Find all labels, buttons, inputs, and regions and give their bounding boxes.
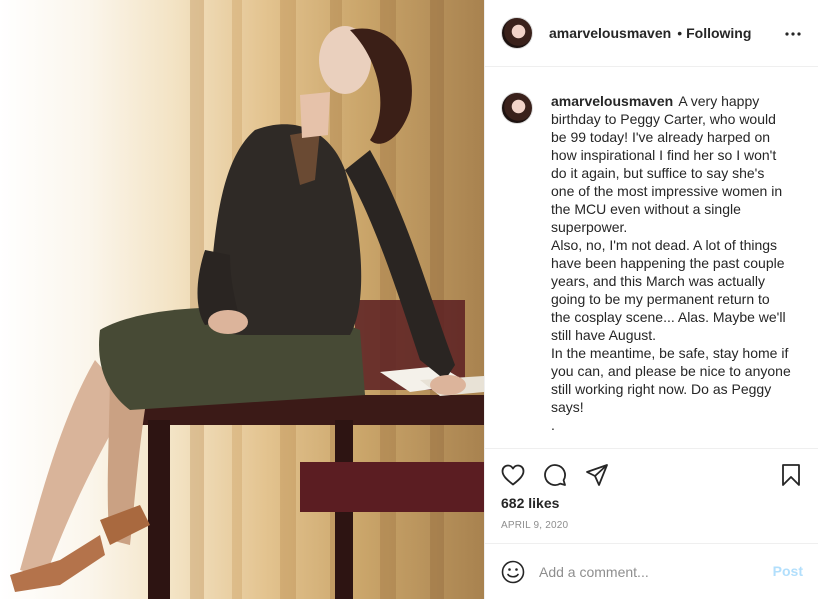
likes-count[interactable]: 682 likes — [501, 495, 559, 511]
comment-icon[interactable] — [541, 461, 569, 489]
post-header: amarvelousmaven • Following — [485, 0, 818, 67]
post-details-panel: amarvelousmaven • Following amarvelousma… — [484, 0, 818, 599]
emoji-icon[interactable] — [499, 558, 527, 586]
separator-dot: • — [677, 25, 683, 41]
action-icons — [499, 461, 611, 489]
more-options-icon[interactable] — [783, 24, 803, 44]
caption-avatar[interactable] — [501, 92, 533, 124]
avatar[interactable] — [501, 17, 533, 49]
post-photo[interactable] — [0, 0, 484, 599]
caption-section: amarvelousmaven A very happy birthday to… — [485, 68, 818, 448]
post-actions: 682 likes APRIL 9, 2020 — [485, 448, 818, 543]
post-comment-button[interactable]: Post — [773, 563, 803, 579]
share-icon[interactable] — [583, 461, 611, 489]
heart-icon[interactable] — [499, 461, 527, 489]
following-button[interactable]: Following — [686, 25, 751, 41]
bookmark-icon[interactable] — [777, 461, 805, 489]
caption-username[interactable]: amarvelousmaven — [551, 93, 673, 109]
header-username[interactable]: amarvelousmaven — [549, 25, 671, 41]
caption-row: amarvelousmaven A very happy birthday to… — [485, 68, 818, 434]
comment-input[interactable] — [539, 563, 759, 580]
comment-bar: Post — [485, 543, 818, 599]
post-date: APRIL 9, 2020 — [501, 520, 569, 531]
caption-text: A very happy birthday to Peggy Carter, w… — [551, 93, 791, 433]
photo-scene — [10, 0, 484, 599]
caption: amarvelousmaven A very happy birthday to… — [551, 92, 791, 434]
